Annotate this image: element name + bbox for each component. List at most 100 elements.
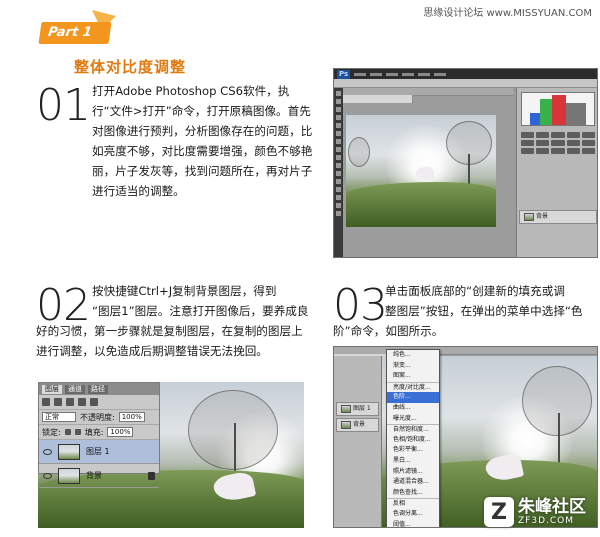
menu-item[interactable] — [418, 72, 431, 76]
menu-item-8[interactable]: 色相/饱和度... — [387, 435, 439, 446]
menu-item-3[interactable]: 亮度/对比度... — [387, 381, 439, 393]
adjust-icon[interactable] — [551, 140, 565, 146]
histogram-red — [552, 95, 566, 125]
tool-icon[interactable] — [336, 187, 341, 192]
menu-item[interactable] — [434, 72, 447, 76]
layer-thumbnail — [58, 467, 80, 484]
adjust-icon[interactable] — [566, 148, 580, 154]
menu-item[interactable] — [354, 72, 367, 76]
step-text-first-line: 单击面板底部的“创建新的填充或调 — [385, 284, 565, 298]
adjust-icon[interactable] — [521, 140, 535, 146]
layer-row-background[interactable]: 背景 — [519, 210, 597, 224]
zf-name: 朱峰社区 — [518, 497, 586, 517]
tool-icon[interactable] — [336, 107, 341, 112]
layer-row-background[interactable]: 背景 — [336, 418, 379, 432]
shape-filter-icon[interactable] — [90, 398, 98, 406]
tool-icon[interactable] — [336, 147, 341, 152]
filter-kind-icon[interactable] — [42, 398, 50, 406]
menu-item-0[interactable]: 纯色... — [387, 350, 439, 361]
tool-icon[interactable] — [336, 99, 341, 104]
adjust-icon[interactable] — [551, 132, 565, 138]
layer-row-layer1[interactable]: 图层 1 — [39, 440, 159, 464]
menu-item-16[interactable]: 阈值... — [387, 520, 439, 528]
tree — [188, 390, 278, 470]
lock-row: 锁定: 填充: 100% — [39, 425, 159, 440]
type-filter-icon[interactable] — [78, 398, 86, 406]
step-text-first-line: 按快捷键Ctrl+J复制背景图层，得到 — [92, 284, 277, 298]
layer-row-layer1[interactable]: 图层 1 — [336, 402, 379, 416]
tool-icon[interactable] — [336, 195, 341, 200]
ps-menu-bar: Ps — [334, 69, 597, 79]
lock-pixels-icon[interactable] — [64, 429, 71, 435]
menu-item-13[interactable]: 颜色查找... — [387, 488, 439, 499]
adjust-icon[interactable] — [536, 148, 550, 154]
layers-panel-tabs: 图层 通道 路径 — [39, 383, 159, 395]
menu-item-15[interactable]: 色调分离... — [387, 509, 439, 520]
adjust-icon[interactable] — [566, 140, 580, 146]
menu-item-5[interactable]: 曲线... — [387, 403, 439, 414]
menu-item[interactable] — [386, 72, 399, 76]
document-tab-strip — [334, 347, 597, 362]
tool-icon[interactable] — [336, 131, 341, 136]
tool-icon[interactable] — [336, 155, 341, 160]
tool-icon[interactable] — [336, 211, 341, 216]
eye-icon[interactable] — [43, 472, 52, 479]
menu-item-1[interactable]: 渐变... — [387, 361, 439, 372]
step-text-first-line: 打开Adobe Photoshop CS6软件，执 — [92, 84, 290, 98]
document-tab[interactable] — [343, 95, 413, 103]
document-tab-strip — [343, 88, 513, 103]
tab-paths[interactable]: 路径 — [88, 384, 108, 394]
tab-channels[interactable]: 通道 — [65, 384, 85, 394]
tab-layers[interactable]: 图层 — [42, 384, 62, 394]
menu-item[interactable] — [370, 72, 383, 76]
zf-text: 朱峰社区 ZF3D.COM — [518, 498, 586, 526]
adjust-icon[interactable] — [581, 148, 595, 154]
menu-item-12[interactable]: 通道混合器... — [387, 477, 439, 488]
menu-item-7[interactable]: 自然饱和度... — [387, 424, 439, 435]
tool-icon[interactable] — [336, 203, 341, 208]
tool-icon[interactable] — [336, 179, 341, 184]
fill-input[interactable]: 100% — [107, 427, 134, 437]
adjust-icon[interactable] — [536, 132, 550, 138]
layer-name: 背景 — [86, 471, 102, 480]
menu-item-10[interactable]: 黑白... — [387, 456, 439, 467]
tool-icon[interactable] — [336, 91, 341, 96]
menu-item-4[interactable]: 色阶... — [387, 392, 439, 403]
menu-item-2[interactable]: 图案... — [387, 371, 439, 382]
tool-icon[interactable] — [336, 123, 341, 128]
step-text: 打开Adobe Photoshop CS6软件，执 行“文件>打开”命令，打开原… — [36, 81, 314, 201]
tree-trunk — [468, 154, 470, 185]
tool-icon[interactable] — [336, 171, 341, 176]
menu-item-9[interactable]: 色彩平衡... — [387, 445, 439, 456]
opacity-input[interactable]: 100% — [118, 412, 145, 422]
eye-icon[interactable] — [43, 448, 52, 455]
adjust-icon[interactable] — [566, 132, 580, 138]
adjust-icon[interactable] — [581, 140, 595, 146]
tool-icon[interactable] — [336, 163, 341, 168]
menu-item-11[interactable]: 照片滤镜... — [387, 467, 439, 478]
adjustment-layer-menu: 纯色... 渐变... 图案... 亮度/对比度... 色阶... 曲线... 曝光度...… — [386, 349, 440, 528]
menu-item-14[interactable]: 反相 — [387, 498, 439, 509]
tree-trunk — [234, 422, 236, 473]
histogram-green — [540, 99, 552, 125]
adjust-icon[interactable] — [581, 132, 595, 138]
tool-icon[interactable] — [336, 115, 341, 120]
adjust-icon[interactable] — [536, 140, 550, 146]
canvas-photo — [346, 115, 496, 227]
pixel-filter-icon[interactable] — [54, 398, 62, 406]
layer-row-background[interactable]: 背景 — [39, 464, 159, 488]
adjust-filter-icon[interactable] — [66, 398, 74, 406]
lock-position-icon[interactable] — [74, 429, 81, 435]
adjust-icon[interactable] — [551, 148, 565, 154]
adjust-icon[interactable] — [521, 148, 535, 154]
filter-row — [39, 395, 159, 410]
menu-item[interactable] — [402, 72, 415, 76]
step-text-rest: 整图层”按钮，在弹出的菜单中选择“色阶”命令，如图所示。 — [333, 304, 583, 338]
opacity-label: 不透明度: — [80, 412, 115, 422]
layer-thumbnail — [341, 405, 351, 413]
blend-mode-select[interactable]: 正常 — [42, 412, 76, 422]
adjust-icon[interactable] — [521, 132, 535, 138]
menu-item-6[interactable]: 曝光度... — [387, 414, 439, 425]
tree-trunk — [558, 413, 560, 464]
tool-icon[interactable] — [336, 139, 341, 144]
